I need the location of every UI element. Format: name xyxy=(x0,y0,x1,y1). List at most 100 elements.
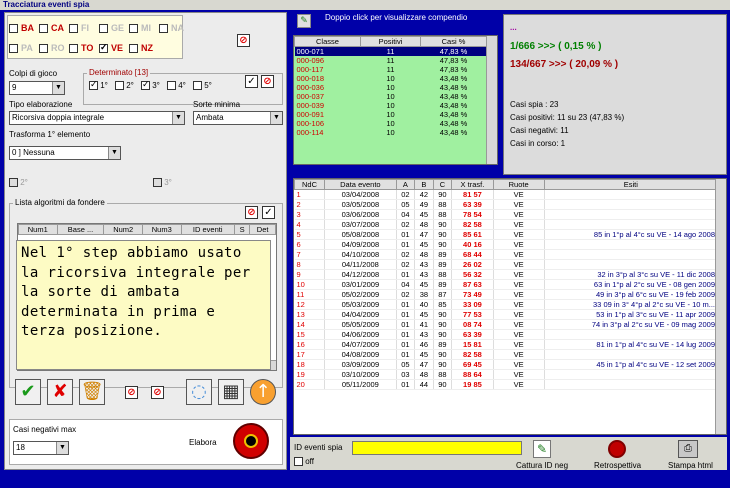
determinato-option-5[interactable]: 5° xyxy=(193,81,212,91)
casi-negativi-select[interactable]: 18 ▼ xyxy=(13,441,69,455)
confirm-large-button[interactable]: ✔ xyxy=(15,379,41,405)
classe-column-header[interactable]: Classe xyxy=(294,36,361,47)
elabora-button[interactable] xyxy=(233,423,269,459)
wheel-pa-checkbox[interactable] xyxy=(9,44,18,54)
wheel-ro[interactable]: RO xyxy=(39,43,65,54)
lista-column-header[interactable]: Det xyxy=(249,224,276,235)
event-row[interactable]: 19 03/10/2009 03 48 88 88 64 VE xyxy=(294,369,719,380)
wheel-na[interactable]: NA xyxy=(159,23,184,34)
wheel-ge[interactable]: GE xyxy=(99,23,124,34)
determinato-option-3[interactable]: 3° xyxy=(141,79,160,91)
determinato-checkbox[interactable] xyxy=(141,79,150,91)
up-arrow-icon[interactable]: ↑ xyxy=(250,379,276,405)
determinato-checkbox[interactable] xyxy=(167,81,176,91)
wheel-nz-checkbox[interactable] xyxy=(129,44,138,54)
events-column-header[interactable]: A xyxy=(395,179,416,190)
classe-column-header[interactable]: Positivi xyxy=(359,36,422,47)
event-row[interactable]: 2 03/05/2008 05 49 88 63 39 VE xyxy=(294,199,719,210)
classe-row[interactable]: 000-037 10 43,48 % xyxy=(294,92,487,101)
option-2-checkbox[interactable] xyxy=(9,178,18,188)
event-row[interactable]: 8 04/11/2008 02 43 89 26 02 VE xyxy=(294,259,719,270)
retrospettiva-icon[interactable] xyxy=(608,440,626,458)
cattura-icon[interactable]: ✎ xyxy=(533,440,551,458)
save-icon[interactable]: ▦ xyxy=(218,379,244,405)
lista-column-header[interactable]: Num3 xyxy=(141,224,182,235)
wheel-mi[interactable]: MI xyxy=(129,23,151,34)
sorte-select[interactable]: Ambata ▼ xyxy=(193,111,283,125)
event-row[interactable]: 6 04/09/2008 01 45 90 40 16 VE xyxy=(294,239,719,250)
event-row[interactable]: 17 04/08/2009 01 45 90 82 58 VE xyxy=(294,349,719,360)
event-row[interactable]: 15 04/06/2009 01 43 90 63 39 VE xyxy=(294,329,719,340)
determinato-option-2[interactable]: 2° xyxy=(115,81,134,91)
event-row[interactable]: 12 05/03/2009 01 40 85 33 09 VE 33 09 in 3° 4°p… xyxy=(294,299,719,310)
vertical-scrollbar[interactable] xyxy=(715,179,726,434)
lista-column-header[interactable]: ID eventi xyxy=(180,224,235,235)
event-row[interactable]: 11 05/02/2009 02 38 87 73 49 VE 49 in 3°p al 6°… xyxy=(294,289,719,300)
wheel-mi-checkbox[interactable] xyxy=(129,24,138,34)
lista-column-header[interactable]: Num2 xyxy=(103,224,143,235)
tipo-select[interactable]: Ricorsiva doppia integrale ▼ xyxy=(9,111,185,125)
option-2[interactable]: 2° xyxy=(9,178,28,188)
event-row[interactable]: 7 04/10/2008 02 48 89 68 44 VE xyxy=(294,249,719,260)
classe-row[interactable]: 000-071 11 47,83 % xyxy=(294,46,487,56)
events-column-header[interactable]: Esiti xyxy=(543,179,719,190)
trasforma-select[interactable]: 0 ] Nessuna ▼ xyxy=(9,146,121,160)
colpi-select[interactable]: 9 ▼ xyxy=(9,81,65,95)
wheel-ve[interactable]: VE xyxy=(99,42,123,54)
classe-row[interactable]: 000-106 10 43,48 % xyxy=(294,119,487,128)
classe-column-header[interactable]: Casi % xyxy=(420,36,487,47)
lista-column-header[interactable]: Num1 xyxy=(18,224,58,235)
classe-row[interactable]: 000-114 10 43,48 % xyxy=(294,128,487,137)
wheel-ve-checkbox[interactable] xyxy=(99,42,108,54)
event-row[interactable]: 13 04/04/2009 01 45 90 77 53 VE 53 in 1°p al 3°… xyxy=(294,309,719,320)
events-column-header[interactable]: B xyxy=(414,179,434,190)
small-clear-button-2[interactable]: ⊘ xyxy=(151,386,164,399)
event-row[interactable]: 3 03/06/2008 04 45 88 78 54 VE xyxy=(294,209,719,220)
determinato-checkbox[interactable] xyxy=(89,79,98,91)
classe-row[interactable]: 000-036 10 43,48 % xyxy=(294,83,487,92)
wheel-ba-checkbox[interactable] xyxy=(9,24,18,34)
wheel-fi-checkbox[interactable] xyxy=(69,24,78,34)
lista-column-header[interactable]: Base ... xyxy=(56,224,105,235)
classe-row[interactable]: 000-091 10 43,48 % xyxy=(294,110,487,119)
trash-icon[interactable]: 🗑 xyxy=(79,379,105,405)
events-column-header[interactable]: C xyxy=(432,179,453,190)
confirm-lista-button[interactable]: ✓ xyxy=(262,206,275,219)
lista-column-header[interactable]: S xyxy=(233,224,251,235)
clear-determinato-button[interactable]: ⊘ xyxy=(261,75,274,88)
option-3[interactable]: 3° xyxy=(153,178,172,188)
wheel-ge-checkbox[interactable] xyxy=(99,24,108,34)
wheel-ca[interactable]: CA xyxy=(39,23,64,34)
event-row[interactable]: 1 03/04/2008 02 42 90 81 57 VE xyxy=(294,189,719,200)
events-column-header[interactable]: NdC xyxy=(294,179,326,190)
determinato-option-4[interactable]: 4° xyxy=(167,81,186,91)
event-row[interactable]: 16 04/07/2009 01 46 89 15 81 VE 81 in 1°p al 4°… xyxy=(294,339,719,350)
events-column-header[interactable]: Data evento xyxy=(324,179,397,190)
classe-row[interactable]: 000-096 11 47,83 % xyxy=(294,56,487,65)
determinato-checkbox[interactable] xyxy=(193,81,202,91)
event-row[interactable]: 14 05/05/2009 01 41 90 08 74 VE 74 in 3°p al 2°… xyxy=(294,319,719,330)
id-eventi-input[interactable] xyxy=(352,441,522,455)
wheel-ba[interactable]: BA xyxy=(9,23,34,34)
wheel-to[interactable]: TO xyxy=(69,43,93,54)
event-row[interactable]: 18 03/09/2009 05 47 90 69 45 VE 45 in 1°p al 4°… xyxy=(294,359,719,370)
off-toggle[interactable]: off xyxy=(294,457,314,467)
event-row[interactable]: 5 05/08/2008 01 47 90 85 61 VE 85 in 1°p al 4°c… xyxy=(294,229,719,240)
confirm-check-button[interactable]: ✓ xyxy=(245,75,258,88)
vertical-scrollbar[interactable] xyxy=(486,36,497,164)
event-row[interactable]: 20 05/11/2009 01 44 90 19 85 VE xyxy=(294,379,719,390)
delete-large-button[interactable]: ✘ xyxy=(47,379,73,405)
off-checkbox[interactable] xyxy=(294,457,303,467)
wheel-nz[interactable]: NZ xyxy=(129,43,153,54)
edit-icon[interactable]: ✎ xyxy=(297,14,311,28)
classe-row[interactable]: 000-018 10 43,48 % xyxy=(294,74,487,83)
option-3-checkbox[interactable] xyxy=(153,178,162,188)
classe-row[interactable]: 000-117 11 47,83 % xyxy=(294,65,487,74)
wheel-ca-checkbox[interactable] xyxy=(39,24,48,34)
clear-lista-button[interactable]: ⊘ xyxy=(245,206,258,219)
wheel-fi[interactable]: FI xyxy=(69,23,89,34)
clear-wheels-button[interactable]: ⊘ xyxy=(237,34,250,47)
printer-icon[interactable]: ⎙ xyxy=(678,440,698,458)
event-row[interactable]: 10 03/01/2009 04 45 89 87 63 VE 63 in 1°p al 2°… xyxy=(294,279,719,290)
small-clear-button-1[interactable]: ⊘ xyxy=(125,386,138,399)
